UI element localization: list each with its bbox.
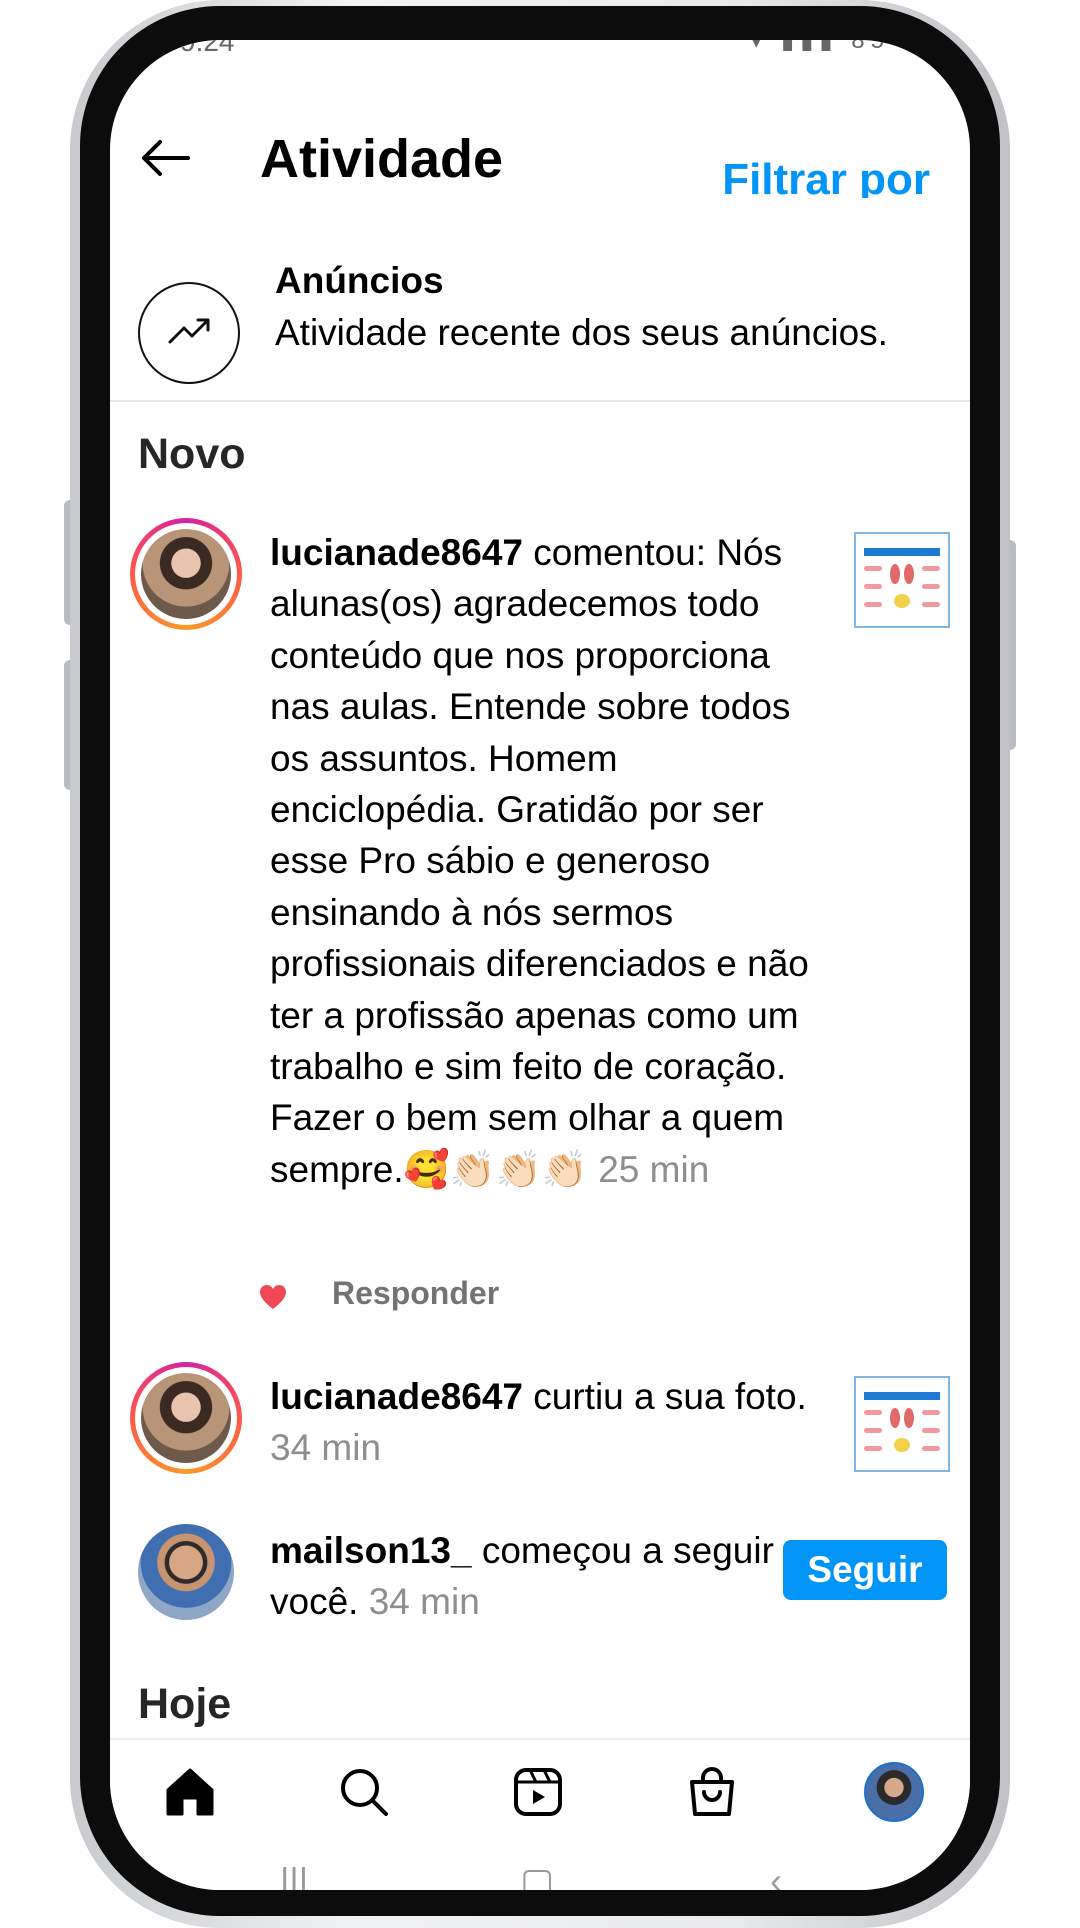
ads-subtitle: Atividade recente dos seus anúncios.: [275, 312, 888, 353]
thumbnail-graphic: [890, 564, 900, 584]
notification-time: 25 min: [587, 1148, 710, 1190]
thumbnail-label: [864, 602, 882, 607]
back-button[interactable]: [138, 138, 192, 178]
avatar[interactable]: [130, 518, 242, 630]
thumbnail-label: [864, 1410, 882, 1415]
reels-icon: [514, 1768, 562, 1816]
thumbnail-graphic: [894, 594, 910, 608]
thumbnail-label: [922, 584, 940, 589]
page-title: Atividade: [260, 129, 504, 189]
thumbnail-label: [922, 1428, 940, 1433]
post-thumbnail[interactable]: [854, 532, 950, 628]
section-title-new: Novo: [138, 430, 246, 478]
home-system-icon[interactable]: ▢: [520, 1860, 554, 1890]
profile-avatar[interactable]: [864, 1762, 924, 1822]
screen: 9:24 ▾ ▮▮▮ 85 Atividade Filtrar por Anún…: [110, 40, 970, 1890]
status-bar: 9:24 ▾ ▮▮▮ 85: [110, 40, 970, 70]
thumbnail-label: [864, 584, 882, 589]
system-nav-bar: ||| ▢ ‹: [110, 1860, 970, 1890]
thumbnail-label: [922, 1446, 940, 1451]
post-thumbnail[interactable]: [854, 1376, 950, 1472]
home-icon: [166, 1768, 214, 1816]
notification-username[interactable]: mailson13_: [270, 1530, 472, 1571]
recent-apps-icon[interactable]: |||: [280, 1860, 308, 1890]
thumbnail-label: [922, 1410, 940, 1415]
thumbnail-graphic: [904, 1408, 914, 1428]
shop-icon: [690, 1767, 734, 1816]
thumbnail-label: [922, 566, 940, 571]
nav-reels[interactable]: [508, 1762, 568, 1822]
avatar[interactable]: [138, 1524, 234, 1620]
notification-time: 34 min: [358, 1581, 480, 1623]
heart-icon[interactable]: [258, 1283, 288, 1311]
notification-comment[interactable]: lucianade8647 comentou: Nós alunas(os) a…: [270, 527, 830, 1195]
avatar-photo: [141, 1373, 231, 1463]
status-time: 9:24: [180, 40, 235, 57]
thumbnail-graphic: [894, 1438, 910, 1452]
thumbnail-title-bar: [864, 1392, 940, 1400]
thumbnail-graphic: [904, 564, 914, 584]
ads-icon-circle: [138, 282, 240, 384]
ads-title: Anúncios: [275, 260, 444, 301]
thumbnail-label: [922, 602, 940, 607]
notification-username[interactable]: lucianade8647: [270, 532, 523, 573]
avatar[interactable]: [130, 1362, 242, 1474]
nav-home[interactable]: [160, 1762, 220, 1822]
thumbnail-label: [864, 1446, 882, 1451]
ads-row[interactable]: Anúncios Atividade recente dos seus anún…: [110, 220, 970, 440]
notification-username[interactable]: lucianade8647: [270, 1376, 523, 1417]
notification-like[interactable]: lucianade8647 curtiu a sua foto. 34 min: [270, 1371, 830, 1474]
thumbnail-title-bar: [864, 548, 940, 556]
follow-button[interactable]: Seguir: [783, 1540, 947, 1600]
thumbnail-label: [864, 566, 882, 571]
avatar-ring-gap: [135, 523, 237, 625]
thumbnail-label: [864, 1428, 882, 1433]
back-system-icon[interactable]: ‹: [770, 1860, 782, 1890]
section-title-today: Hoje: [138, 1680, 232, 1728]
arrow-left-icon: [142, 140, 190, 176]
search-icon: [341, 1769, 388, 1816]
notification-follow[interactable]: mailson13_ começou a seguir você. 34 min: [270, 1525, 830, 1628]
thumbnail-graphic: [890, 1408, 900, 1428]
avatar-ring-gap: [135, 1367, 237, 1469]
notification-text: comentou: Nós alunas(os) agradecemos tod…: [270, 532, 809, 1190]
filter-button[interactable]: Filtrar por: [722, 146, 930, 198]
nav-shop[interactable]: [682, 1762, 742, 1822]
notification-time: 34 min: [270, 1427, 382, 1469]
divider: [110, 400, 970, 402]
trending-up-icon: [168, 318, 210, 344]
reply-button[interactable]: Responder: [332, 1275, 499, 1312]
avatar-photo: [141, 529, 231, 619]
notification-text: curtiu a sua foto.: [522, 1376, 807, 1417]
header: Atividade Filtrar por: [110, 90, 970, 200]
status-icons: ▾ ▮▮▮ 85: [750, 40, 890, 54]
nav-search[interactable]: [334, 1762, 394, 1822]
